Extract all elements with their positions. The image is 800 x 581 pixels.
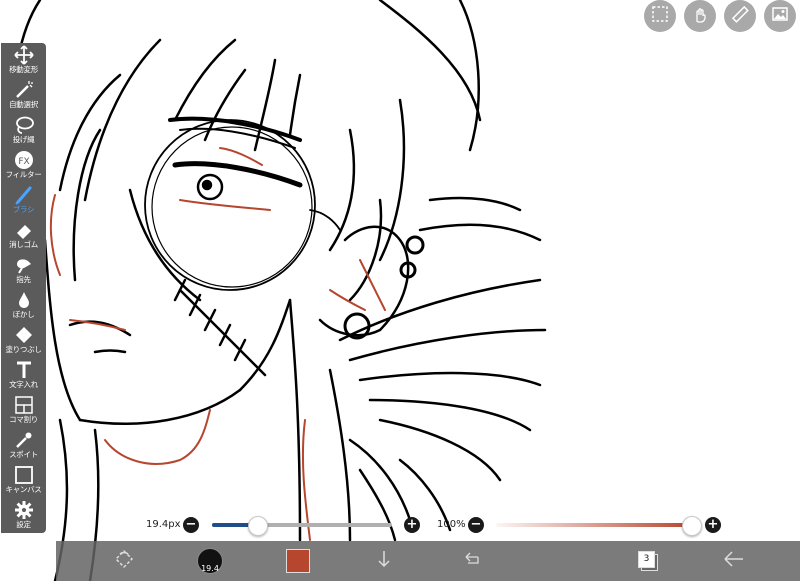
tool-label: 設定 [16, 520, 31, 529]
brush-size-label: 19.4px [146, 519, 181, 530]
canvas-icon [13, 465, 35, 485]
brush-preview-value: 19.4 [201, 564, 219, 573]
brush-size-slider[interactable] [212, 523, 392, 527]
tool-label: 文字入れ [9, 380, 38, 389]
brush-size-increase-button[interactable]: + [404, 517, 420, 533]
eyedropper-icon [13, 430, 35, 450]
brush-icon [13, 185, 35, 205]
tool-eraser[interactable]: 消しゴム [1, 220, 46, 254]
tool-label: ブラシ [12, 205, 35, 214]
color-picker-button[interactable] [282, 541, 314, 581]
tool-move-transform[interactable]: 移動変形 [1, 45, 46, 79]
tool-fill[interactable]: 塗りつぶし [1, 325, 46, 359]
layers-button[interactable]: 3 [632, 541, 664, 581]
bottom-bar: 19.4 3 [56, 541, 800, 581]
tool-label: 投げ縄 [12, 135, 35, 144]
drawing-canvas[interactable] [0, 0, 800, 581]
tool-label: フィルター [5, 170, 42, 179]
ruler-icon [730, 4, 750, 28]
tool-label: キャンバス [5, 485, 42, 494]
gesture-button[interactable] [684, 0, 716, 32]
tool-lasso[interactable]: 投げ縄 [1, 115, 46, 149]
tool-canvas[interactable]: キャンバス [1, 465, 46, 499]
current-color-swatch [286, 549, 310, 573]
text-icon [13, 360, 35, 380]
selection-button[interactable] [644, 0, 676, 32]
redo-button[interactable] [456, 541, 488, 581]
svg-text:FX: FX [18, 157, 29, 167]
brush-opacity-knob[interactable] [682, 516, 702, 536]
brush-size-preview-button[interactable]: 19.4 [194, 541, 226, 581]
brush-opacity-slider[interactable] [496, 523, 691, 527]
down-arrow-icon [374, 549, 394, 573]
tool-label: 塗りつぶし [5, 345, 42, 354]
back-button[interactable] [718, 541, 750, 581]
selection-icon [650, 4, 670, 28]
fx-icon: FX [13, 150, 35, 170]
tool-label: 移動変形 [9, 65, 38, 74]
layers-icon: 3 [638, 551, 658, 571]
move-icon [13, 45, 35, 65]
undo-arrow-icon [462, 549, 482, 573]
lasso-icon [13, 115, 35, 135]
tool-eyedropper[interactable]: スポイト [1, 430, 46, 464]
settings-gear-icon [13, 500, 35, 520]
tool-label: 自動選択 [9, 100, 38, 109]
undo-button[interactable] [368, 541, 400, 581]
blur-drop-icon [13, 290, 35, 310]
tool-finger[interactable]: 指先 [1, 255, 46, 289]
image-icon [770, 4, 790, 28]
brush-opacity-increase-button[interactable]: + [705, 517, 721, 533]
layer-count: 3 [638, 551, 655, 568]
tool-settings[interactable]: 設定 [1, 500, 46, 534]
tool-label: コマ割り [9, 415, 38, 424]
hand-gesture-icon [690, 4, 710, 28]
quick-menu-button[interactable] [106, 541, 142, 581]
tool-text[interactable]: 文字入れ [1, 360, 46, 394]
frame-divider-icon [13, 395, 35, 415]
tool-label: 消しゴム [9, 240, 38, 249]
tool-frame-divider[interactable]: コマ割り [1, 395, 46, 429]
tool-label: 指先 [16, 275, 31, 284]
fill-bucket-icon [13, 325, 35, 345]
tool-brush[interactable]: ブラシ [1, 185, 46, 219]
tool-palette: 移動変形 自動選択 投げ縄 FX フィルター ブラシ 消しゴム 指先 ぼかし 塗… [1, 43, 46, 533]
brush-opacity-label: 100% [437, 519, 466, 530]
brush-size-decrease-button[interactable]: − [183, 517, 199, 533]
finger-icon [13, 255, 35, 275]
brush-preview-circle: 19.4 [197, 548, 223, 574]
ruler-button[interactable] [724, 0, 756, 32]
line-art-drawing [12, 0, 547, 581]
rotate-canvas-icon [113, 548, 135, 574]
tool-label: スポイト [9, 450, 38, 459]
tool-filter[interactable]: FX フィルター [1, 150, 46, 184]
back-arrow-icon [723, 549, 745, 573]
tool-auto-select[interactable]: 自動選択 [1, 80, 46, 114]
brush-size-knob[interactable] [248, 516, 268, 536]
material-button[interactable] [764, 0, 796, 32]
tool-label: ぼかし [12, 310, 35, 319]
magic-wand-icon [13, 80, 35, 100]
tool-blur[interactable]: ぼかし [1, 290, 46, 324]
eraser-icon [13, 220, 35, 240]
brush-opacity-decrease-button[interactable]: − [468, 517, 484, 533]
